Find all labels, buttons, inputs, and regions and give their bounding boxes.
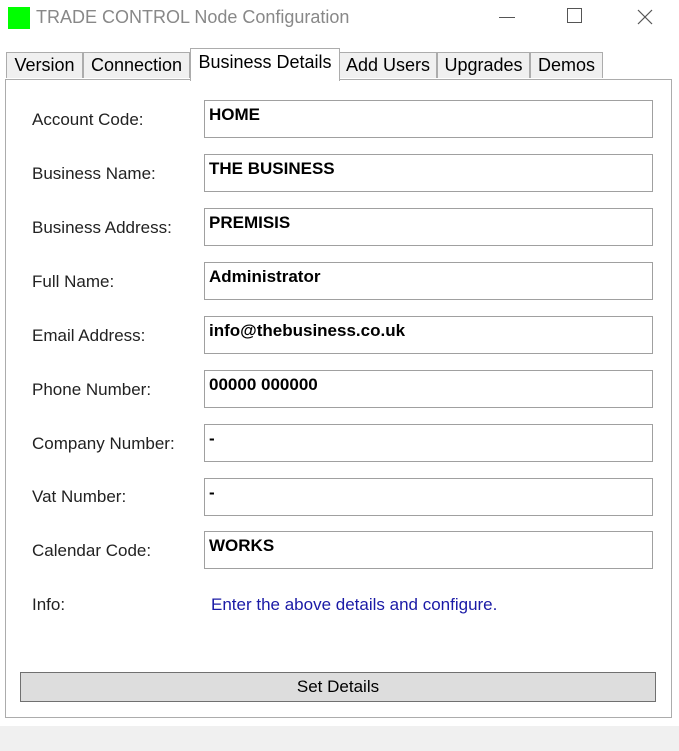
business-name-field[interactable]: THE BUSINESS [204, 154, 653, 192]
info-label: Info: [32, 595, 66, 614]
vat-number-field[interactable]: - [204, 478, 653, 516]
calendar-code-label: Calendar Code: [32, 541, 152, 560]
full-name-label: Full Name: [32, 272, 115, 291]
business-details-panel: Account Code: HOME Business Name: THE BU… [5, 79, 672, 718]
tab-connection[interactable]: Connection [83, 52, 190, 78]
vat-number-label: Vat Number: [32, 487, 127, 506]
close-icon [637, 9, 653, 25]
account-code-field[interactable]: HOME [204, 100, 653, 138]
tab-add-users[interactable]: Add Users [339, 52, 437, 78]
app-icon [8, 7, 30, 29]
title-bar: TRADE CONTROL Node Configuration [0, 0, 679, 36]
window-title: TRADE CONTROL Node Configuration [36, 7, 350, 27]
close-button[interactable] [622, 0, 668, 34]
phone-number-label: Phone Number: [32, 380, 152, 399]
business-address-field[interactable]: PREMISIS [204, 208, 653, 246]
phone-number-field[interactable]: 00000 000000 [204, 370, 653, 408]
minimize-icon [499, 17, 515, 18]
business-address-label: Business Address: [32, 218, 172, 237]
email-address-field[interactable]: info@thebusiness.co.uk [204, 316, 653, 354]
business-name-label: Business Name: [32, 164, 156, 183]
account-code-label: Account Code: [32, 110, 144, 129]
tab-version[interactable]: Version [6, 52, 83, 78]
company-number-label: Company Number: [32, 434, 175, 453]
maximize-button[interactable] [550, 0, 596, 34]
tab-upgrades[interactable]: Upgrades [437, 52, 530, 78]
maximize-icon [567, 8, 582, 23]
tab-business-details[interactable]: Business Details [190, 48, 340, 81]
email-address-label: Email Address: [32, 326, 146, 345]
minimize-button[interactable] [484, 0, 530, 34]
company-number-field[interactable]: - [204, 424, 653, 462]
info-message: Enter the above details and configure. [211, 595, 498, 614]
tab-strip: Version Connection Business Details Add … [6, 48, 673, 81]
tab-demos[interactable]: Demos [530, 52, 603, 78]
calendar-code-field[interactable]: WORKS [204, 531, 653, 569]
status-bar [0, 726, 679, 751]
set-details-button[interactable]: Set Details [20, 672, 656, 702]
full-name-field[interactable]: Administrator [204, 262, 653, 300]
